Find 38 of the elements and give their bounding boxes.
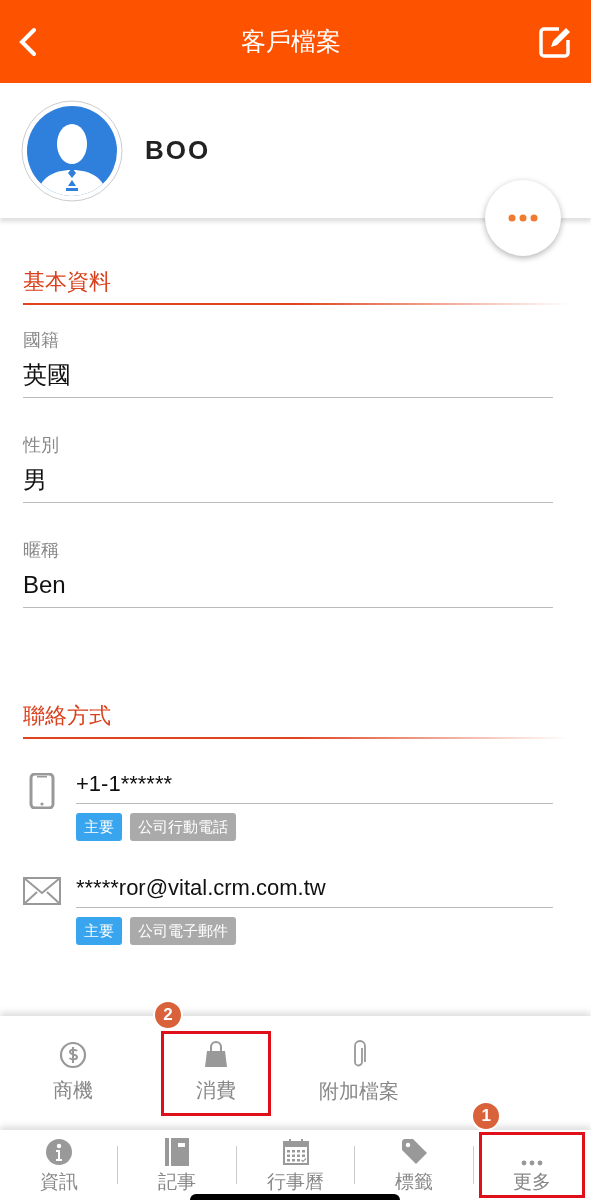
more-icon xyxy=(508,214,538,222)
tab-item[interactable]: 資訊 xyxy=(5,1132,112,1198)
info-icon xyxy=(44,1137,73,1166)
step-number-badge: 2 xyxy=(153,999,183,1030)
page-title: 客戶檔案 xyxy=(240,25,341,57)
contact-tag: 主要 xyxy=(76,917,122,945)
edit-button[interactable] xyxy=(539,24,573,59)
contact-value: +1-1****** xyxy=(76,773,553,804)
tab-item[interactable]: 更多 xyxy=(479,1132,586,1198)
field-label: 暱稱 xyxy=(23,541,60,559)
section-title: 聯絡方式 xyxy=(23,705,112,730)
notebook-icon xyxy=(165,1137,190,1166)
bag-icon xyxy=(204,1041,228,1069)
contact-tag: 公司電子郵件 xyxy=(130,917,236,945)
contact-tag: 主要 xyxy=(76,813,122,841)
contact-tag: 公司行動電話 xyxy=(130,813,236,841)
field-value: 英國 xyxy=(23,363,553,398)
menu-item[interactable]: 商機 xyxy=(18,1030,128,1116)
section-title: 基本資料 xyxy=(23,271,112,296)
field-value: Ben xyxy=(23,573,553,608)
mail-icon xyxy=(23,877,61,905)
contact-value: *****ror@vital.crm.com.tw xyxy=(76,877,553,908)
more-icon xyxy=(521,1159,544,1166)
edit-icon xyxy=(539,25,571,58)
phone-icon xyxy=(29,773,55,809)
menu-item[interactable]: 附加檔案 xyxy=(304,1030,414,1116)
dollar-icon xyxy=(59,1041,87,1069)
tag-icon xyxy=(399,1137,428,1166)
tab-item[interactable]: 行事曆 xyxy=(242,1132,349,1198)
field-value: 男 xyxy=(23,468,553,503)
calendar-icon xyxy=(281,1137,310,1166)
back-icon xyxy=(18,26,38,57)
tab-item[interactable]: 記事 xyxy=(124,1132,231,1198)
customer-name: BOO xyxy=(145,134,211,167)
tab-item[interactable]: 標籤 xyxy=(360,1132,467,1198)
field-label: 國籍 xyxy=(23,331,60,349)
field-label: 性別 xyxy=(23,436,60,454)
menu-item[interactable]: 消費 xyxy=(161,1030,271,1116)
